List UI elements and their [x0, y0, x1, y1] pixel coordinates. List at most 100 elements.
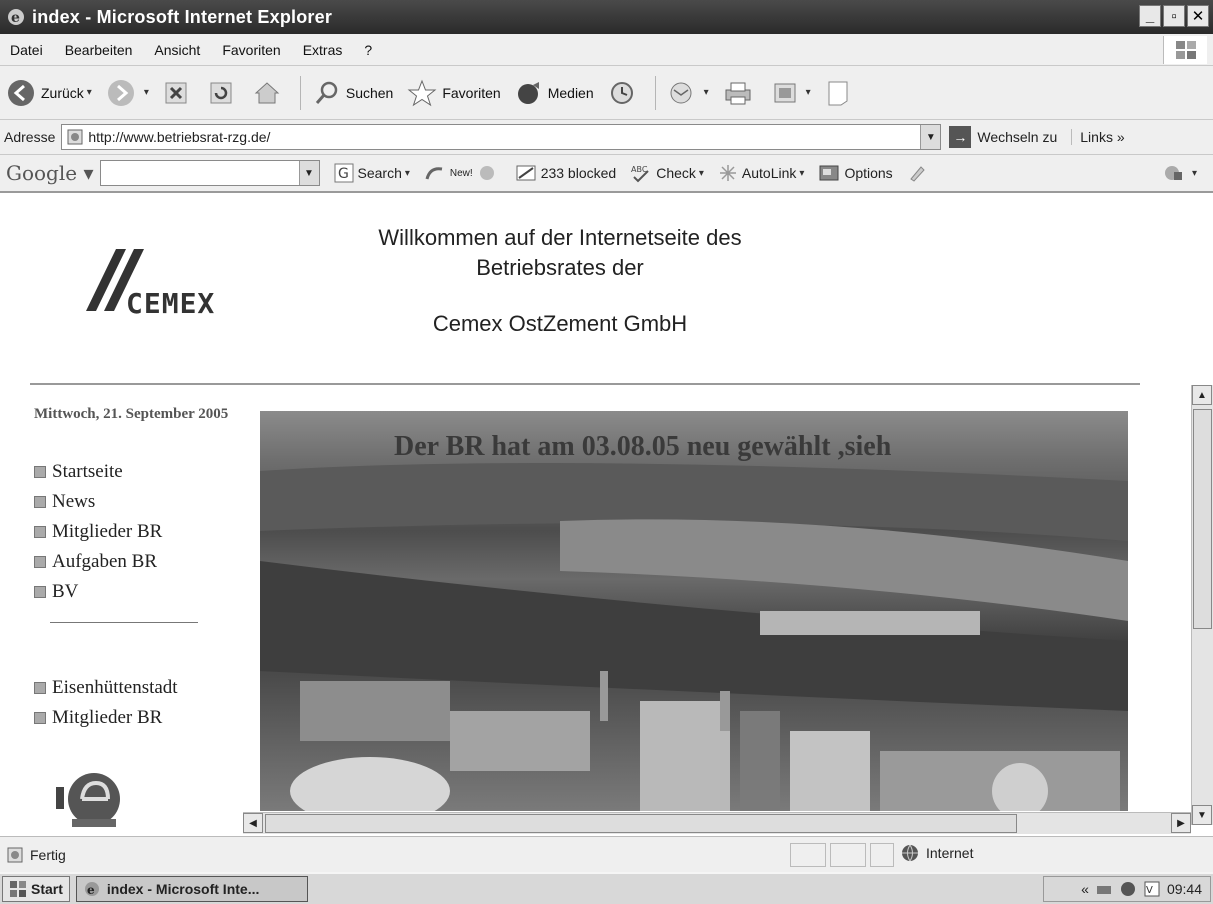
google-input-dropdown[interactable]: ▼	[298, 161, 319, 185]
back-arrow-icon	[8, 79, 34, 106]
blocked-count: 233 blocked	[540, 165, 617, 181]
status-cell	[790, 843, 826, 867]
status-bar: Fertig Internet	[0, 836, 1213, 872]
translate-icon	[1164, 166, 1182, 180]
google-g-icon: G	[334, 163, 353, 183]
menu-extras[interactable]: Extras	[303, 42, 343, 58]
scroll-up-button[interactable]: ▲	[1192, 385, 1212, 405]
welcome-line-2: Betriebsrates der	[476, 255, 644, 280]
company-name: Cemex OstZement GmbH	[432, 311, 688, 336]
printer-icon	[725, 82, 751, 104]
nav-mitglieder-br-2[interactable]: Mitglieder BR	[34, 703, 178, 733]
google-search-label: Search	[357, 165, 402, 181]
nav-aufgaben-br[interactable]: Aufgaben BR	[34, 547, 162, 577]
nav-mitglieder-br[interactable]: Mitglieder BR	[34, 517, 162, 547]
windows-logo-icon	[10, 881, 26, 897]
security-zone[interactable]: Internet	[900, 843, 973, 863]
star-icon	[407, 79, 437, 106]
forward-button[interactable]: ▾	[106, 78, 149, 108]
taskbar-ie-window[interactable]: e index - Microsoft Inte...	[75, 876, 308, 902]
nav-label: Eisenhüttenstadt	[52, 677, 178, 698]
nav-label: Aufgaben BR	[52, 551, 158, 572]
popup-blocker[interactable]: 233 blocked	[515, 163, 617, 183]
mail-button[interactable]: ▾	[668, 80, 709, 106]
menu-favoriten[interactable]: Favoriten	[222, 42, 280, 58]
google-logo[interactable]: Google ▾	[6, 161, 94, 185]
options-icon	[819, 165, 839, 181]
links-button[interactable]: Links »	[1071, 129, 1125, 145]
close-button[interactable]: ✕	[1187, 5, 1209, 27]
media-button[interactable]: Medien	[515, 79, 594, 107]
history-button[interactable]	[608, 79, 641, 107]
scroll-right-button[interactable]: ▶	[1171, 813, 1191, 833]
ie-task-icon: e	[84, 882, 99, 897]
maximize-button[interactable]: ▫	[1163, 5, 1185, 27]
address-dropdown[interactable]: ▼	[920, 125, 941, 149]
nav-startseite[interactable]: Startseite	[34, 457, 162, 487]
svg-text:CEMEX: CEMEX	[126, 287, 215, 317]
refresh-button[interactable]	[208, 80, 239, 106]
vertical-scrollbar[interactable]: ▲ ▼	[1191, 385, 1213, 825]
nav-bv[interactable]: BV	[34, 577, 162, 607]
standard-toolbar: Zurück ▾ ▾ Suchen Favoriten Medien ▾ ▾	[0, 66, 1213, 120]
plant-aerial-photo: Der BR hat am 03.08.05 neu gewählt ,sieh	[260, 411, 1128, 811]
highlight-button[interactable]	[907, 163, 931, 183]
back-button[interactable]: Zurück ▾	[6, 78, 92, 108]
start-button[interactable]: Start	[2, 876, 70, 902]
menu-bearbeiten[interactable]: Bearbeiten	[65, 42, 133, 58]
forward-arrow-icon	[107, 79, 134, 106]
google-search-input[interactable]: ▼	[99, 160, 320, 186]
scroll-down-button[interactable]: ▼	[1192, 805, 1212, 825]
cemex-logo[interactable]: CEMEX	[82, 247, 262, 320]
stop-icon	[165, 82, 187, 103]
home-button[interactable]	[253, 80, 286, 106]
edit-button[interactable]: ▾	[772, 80, 811, 106]
system-tray: « V 09:44	[1043, 876, 1211, 902]
discuss-button[interactable]	[825, 79, 856, 107]
zone-label: Internet	[926, 845, 974, 861]
task-label: index - Microsoft Inte...	[106, 881, 260, 897]
horizontal-scrollbar[interactable]: ◀ ▶	[243, 812, 1191, 834]
horizontal-scroll-thumb[interactable]	[265, 814, 1017, 833]
print-button[interactable]	[723, 80, 758, 106]
google-search-button[interactable]: G Search ▾	[334, 163, 410, 183]
autolink-label: AutoLink	[741, 165, 797, 181]
nav-eisenhuettenstadt[interactable]: Eisenhüttenstadt	[34, 673, 178, 703]
swirl-icon	[425, 167, 443, 180]
scroll-left-button[interactable]: ◀	[243, 813, 263, 833]
windows-flag-icon	[1163, 36, 1207, 64]
page-done-icon	[7, 847, 23, 862]
stop-button[interactable]	[163, 80, 194, 106]
spell-check-button[interactable]: ABC Check ▾	[630, 163, 704, 183]
menu-help[interactable]: ?	[364, 42, 372, 58]
note-icon	[828, 81, 848, 105]
title-bar: e index - Microsoft Internet Explorer _ …	[0, 0, 1213, 34]
network-icon[interactable]	[1095, 880, 1113, 898]
go-button[interactable]: → Wechseln zu	[949, 126, 1057, 148]
google-new-button[interactable]: New!	[424, 163, 501, 183]
antivirus-icon[interactable]: V	[1143, 880, 1161, 898]
search-icon	[315, 81, 338, 104]
autolink-button[interactable]: AutoLink ▾	[718, 163, 804, 183]
google-toolbar: Google ▾ ▼ G Search ▾ New! 233 blocked AB…	[0, 155, 1213, 193]
tray-expand-icon[interactable]: «	[1081, 881, 1089, 897]
svg-text:e: e	[87, 883, 95, 897]
menu-ansicht[interactable]: Ansicht	[154, 42, 200, 58]
search-button[interactable]: Suchen	[313, 79, 393, 107]
vertical-scroll-thumb[interactable]	[1193, 409, 1212, 629]
options-label: Options	[844, 165, 893, 181]
menu-datei[interactable]: Datei	[10, 42, 43, 58]
nav-news[interactable]: News	[34, 487, 162, 517]
go-arrow-icon: →	[949, 126, 972, 148]
page-icon	[67, 129, 83, 145]
translate-button[interactable]: ▾	[1163, 163, 1197, 183]
favorites-button[interactable]: Favoriten	[407, 79, 501, 107]
options-button[interactable]: Options	[818, 163, 893, 183]
partner-logo[interactable]	[52, 765, 132, 834]
globe-icon	[902, 844, 918, 862]
news-marquee[interactable]: Der BR hat am 03.08.05 neu gewählt ,sieh	[394, 431, 891, 463]
address-input[interactable]: http://www.betriebsrat-rzg.de/ ▼	[61, 124, 942, 150]
minimize-button[interactable]: _	[1139, 5, 1161, 27]
speaker-icon[interactable]	[1119, 880, 1137, 898]
menu-bar: Datei Bearbeiten Ansicht Favoriten Extra…	[0, 34, 1213, 66]
